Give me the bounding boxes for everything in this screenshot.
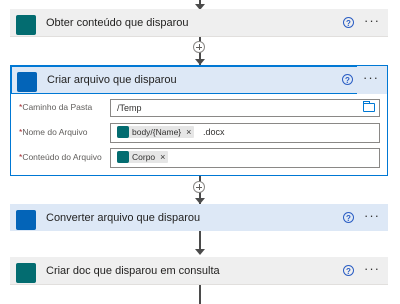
sharepoint-icon (16, 263, 36, 283)
help-icon[interactable]: ? (342, 74, 353, 85)
folder-icon[interactable] (363, 101, 375, 112)
field-label: *Caminho da Pasta (19, 102, 93, 112)
arrow-icon (195, 249, 205, 255)
more-options-icon[interactable]: ··· (363, 70, 379, 85)
sharepoint-icon (117, 151, 129, 163)
dynamic-content-token[interactable]: body/{Name} × (117, 126, 195, 138)
remove-token-icon[interactable]: × (186, 127, 191, 137)
onedrive-icon (17, 72, 37, 92)
card-header[interactable]: Criar arquivo que disparou ? ··· (11, 66, 387, 94)
action-card[interactable]: Converter arquivo que disparou ? ··· (10, 204, 388, 231)
connector-line (199, 285, 201, 304)
field-label: *Conteúdo do Arquivo (19, 152, 102, 162)
action-title: Obter conteúdo que disparou (46, 17, 189, 29)
more-options-icon[interactable]: ··· (364, 261, 380, 276)
more-options-icon[interactable]: ··· (364, 13, 380, 28)
action-title: Criar doc que disparou em consulta (46, 265, 220, 277)
remove-token-icon[interactable]: × (160, 152, 165, 162)
card-header[interactable]: Obter conteúdo que disparou ? ··· (10, 9, 388, 37)
folder-path-input[interactable]: /Temp (110, 99, 380, 117)
action-title: Criar arquivo que disparou (47, 74, 177, 86)
sharepoint-icon (16, 15, 36, 35)
help-icon[interactable]: ? (343, 17, 354, 28)
file-name-input[interactable]: body/{Name} × .docx (110, 123, 380, 143)
action-card-expanded[interactable]: Criar arquivo que disparou ? ··· *Caminh… (10, 65, 388, 176)
card-header[interactable]: Converter arquivo que disparou ? ··· (10, 204, 388, 232)
more-options-icon[interactable]: ··· (364, 208, 380, 223)
onedrive-icon (16, 210, 36, 230)
insert-step-button[interactable] (193, 181, 205, 193)
help-icon[interactable]: ? (343, 265, 354, 276)
help-icon[interactable]: ? (343, 212, 354, 223)
card-header[interactable]: Criar doc que disparou em consulta ? ··· (10, 257, 388, 285)
file-content-input[interactable]: Corpo × (110, 148, 380, 168)
insert-step-button[interactable] (193, 41, 205, 53)
action-card[interactable]: Obter conteúdo que disparou ? ··· (10, 9, 388, 37)
sharepoint-icon (117, 126, 129, 138)
action-title: Converter arquivo que disparou (46, 212, 201, 224)
dynamic-content-token[interactable]: Corpo × (117, 151, 169, 163)
action-card[interactable]: Criar doc que disparou em consulta ? ··· (10, 257, 388, 285)
field-label: *Nome do Arquivo (19, 127, 88, 137)
